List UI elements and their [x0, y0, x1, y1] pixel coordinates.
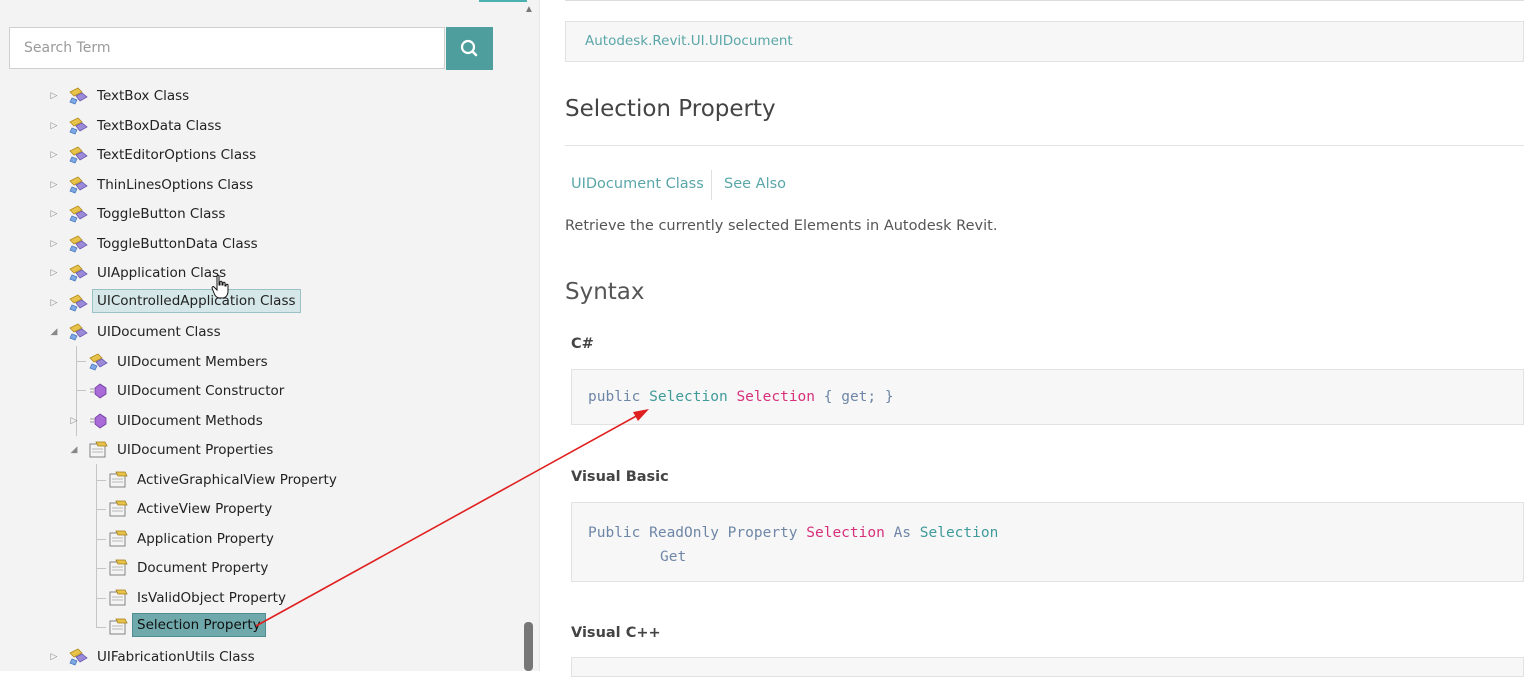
tree-connector — [96, 627, 106, 628]
csharp-heading: C# — [571, 336, 594, 352]
search-button[interactable] — [446, 27, 493, 70]
class-icon — [69, 294, 88, 312]
tree-item-label: TextBoxData Class — [97, 118, 222, 134]
tree-item-label: UIDocument Constructor — [117, 383, 285, 399]
scroll-up-arrow-icon[interactable]: ▲ — [524, 4, 534, 15]
expand-arrow-icon[interactable]: ▷ — [49, 239, 59, 249]
property-icon — [89, 441, 108, 458]
tree-connector — [96, 480, 106, 481]
method-icon — [90, 383, 107, 399]
tree-connector — [96, 568, 106, 569]
method-icon — [90, 413, 107, 429]
property-icon — [109, 500, 128, 517]
tree-connector — [96, 464, 97, 628]
code-member-selection: Selection — [736, 389, 816, 405]
tab-separator — [711, 170, 712, 200]
tree-item-label: ToggleButton Class — [97, 206, 226, 222]
title-divider — [565, 145, 1524, 146]
tree-item-label: ActiveView Property — [137, 501, 273, 517]
tree-item-label: ToggleButtonData Class — [97, 236, 258, 252]
class-icon — [69, 176, 88, 194]
tree-item-label: Application Property — [137, 531, 274, 547]
property-icon — [109, 530, 128, 547]
expand-arrow-icon[interactable]: ▷ — [69, 416, 79, 426]
tree-item-label: Document Property — [137, 560, 269, 576]
expand-arrow-icon[interactable]: ▷ — [49, 298, 59, 308]
search-icon — [460, 39, 478, 57]
vb-heading: Visual Basic — [571, 469, 669, 485]
property-icon — [109, 589, 128, 606]
property-icon — [109, 471, 128, 488]
summary-text: Retrieve the currently selected Elements… — [565, 218, 998, 234]
members-icon — [89, 353, 108, 371]
class-icon — [69, 235, 88, 253]
search-input[interactable] — [9, 27, 445, 69]
class-icon — [69, 323, 88, 341]
tree-item-label: UIApplication Class — [97, 265, 227, 281]
tree-item-label: ThinLinesOptions Class — [97, 177, 254, 193]
tree-item-label: UIDocument Properties — [117, 442, 274, 458]
breadcrumb[interactable]: Autodesk.Revit.UI.UIDocument — [565, 21, 1524, 62]
syntax-heading: Syntax — [565, 279, 645, 305]
class-icon — [69, 648, 88, 666]
expand-arrow-icon[interactable]: ▷ — [49, 180, 59, 190]
tree-item-label: IsValidObject Property — [137, 590, 286, 606]
expand-arrow-icon[interactable]: ▷ — [49, 209, 59, 219]
top-border — [565, 0, 1524, 1]
tree-item-label: UIControlledApplication Class — [92, 289, 301, 313]
expand-arrow-icon[interactable]: ▷ — [49, 652, 59, 662]
expand-arrow-icon[interactable]: ▷ — [49, 150, 59, 160]
hand-cursor-icon — [211, 274, 229, 299]
expand-arrow-icon[interactable]: ▷ — [49, 91, 59, 101]
expand-arrow-icon[interactable]: ▷ — [49, 268, 59, 278]
code-keywords: Public ReadOnly Property — [588, 525, 798, 541]
code-keyword-as: As — [893, 525, 912, 541]
tree-connector — [96, 539, 106, 540]
csharp-code-block: public Selection Selection { get; } — [571, 369, 1524, 425]
tree-item-label: Selection Property — [132, 613, 266, 637]
tree-item-label: TextBox Class — [97, 88, 190, 104]
code-type-selection[interactable]: Selection — [920, 525, 999, 541]
tab-see-also[interactable]: See Also — [724, 176, 786, 192]
tree-item-label: UIDocument Methods — [117, 413, 263, 429]
tree-item-label: TextEditorOptions Class — [97, 147, 257, 163]
tree-connector — [76, 390, 86, 391]
property-icon — [109, 618, 128, 635]
cpp-code-block — [571, 657, 1524, 677]
vb-code-block: Public ReadOnly Property Selection As Se… — [571, 502, 1524, 582]
page-title: Selection Property — [565, 96, 776, 122]
pane-scrollbar[interactable]: ▲ — [518, 0, 540, 671]
collapse-arrow-icon[interactable]: ◢ — [49, 327, 59, 337]
code-keyword-get: Get — [660, 549, 687, 565]
scrollbar-thumb[interactable] — [524, 622, 533, 671]
class-icon — [69, 205, 88, 223]
tab-uidocument-class[interactable]: UIDocument Class — [571, 176, 704, 192]
cpp-heading: Visual C++ — [571, 625, 661, 641]
tree-connector — [96, 598, 106, 599]
navigation-pane: ▷ TextBox Class ▷ TextBoxData Class ▷ Te… — [0, 0, 518, 671]
tree-connector — [96, 509, 106, 510]
class-icon — [69, 264, 88, 282]
tree-item-label: UIFabricationUtils Class — [97, 649, 255, 665]
code-keyword-public: public — [588, 389, 641, 405]
code-accessor: { get; } — [823, 389, 894, 405]
tree-clip — [0, 70, 518, 87]
tree-item-label: UIDocument Members — [117, 354, 268, 370]
code-type-selection[interactable]: Selection — [649, 389, 728, 405]
collapse-arrow-icon[interactable]: ◢ — [69, 445, 79, 455]
class-icon — [69, 146, 88, 164]
top-accent-bar — [479, 0, 527, 2]
code-member-selection: Selection — [806, 525, 885, 541]
class-icon — [69, 117, 88, 135]
tree-connector — [76, 361, 86, 362]
tree-item-label: UIDocument Class — [97, 324, 221, 340]
expand-arrow-icon[interactable]: ▷ — [49, 121, 59, 131]
class-icon — [69, 87, 88, 105]
tree-item-label: ActiveGraphicalView Property — [137, 472, 337, 488]
property-icon — [109, 559, 128, 576]
